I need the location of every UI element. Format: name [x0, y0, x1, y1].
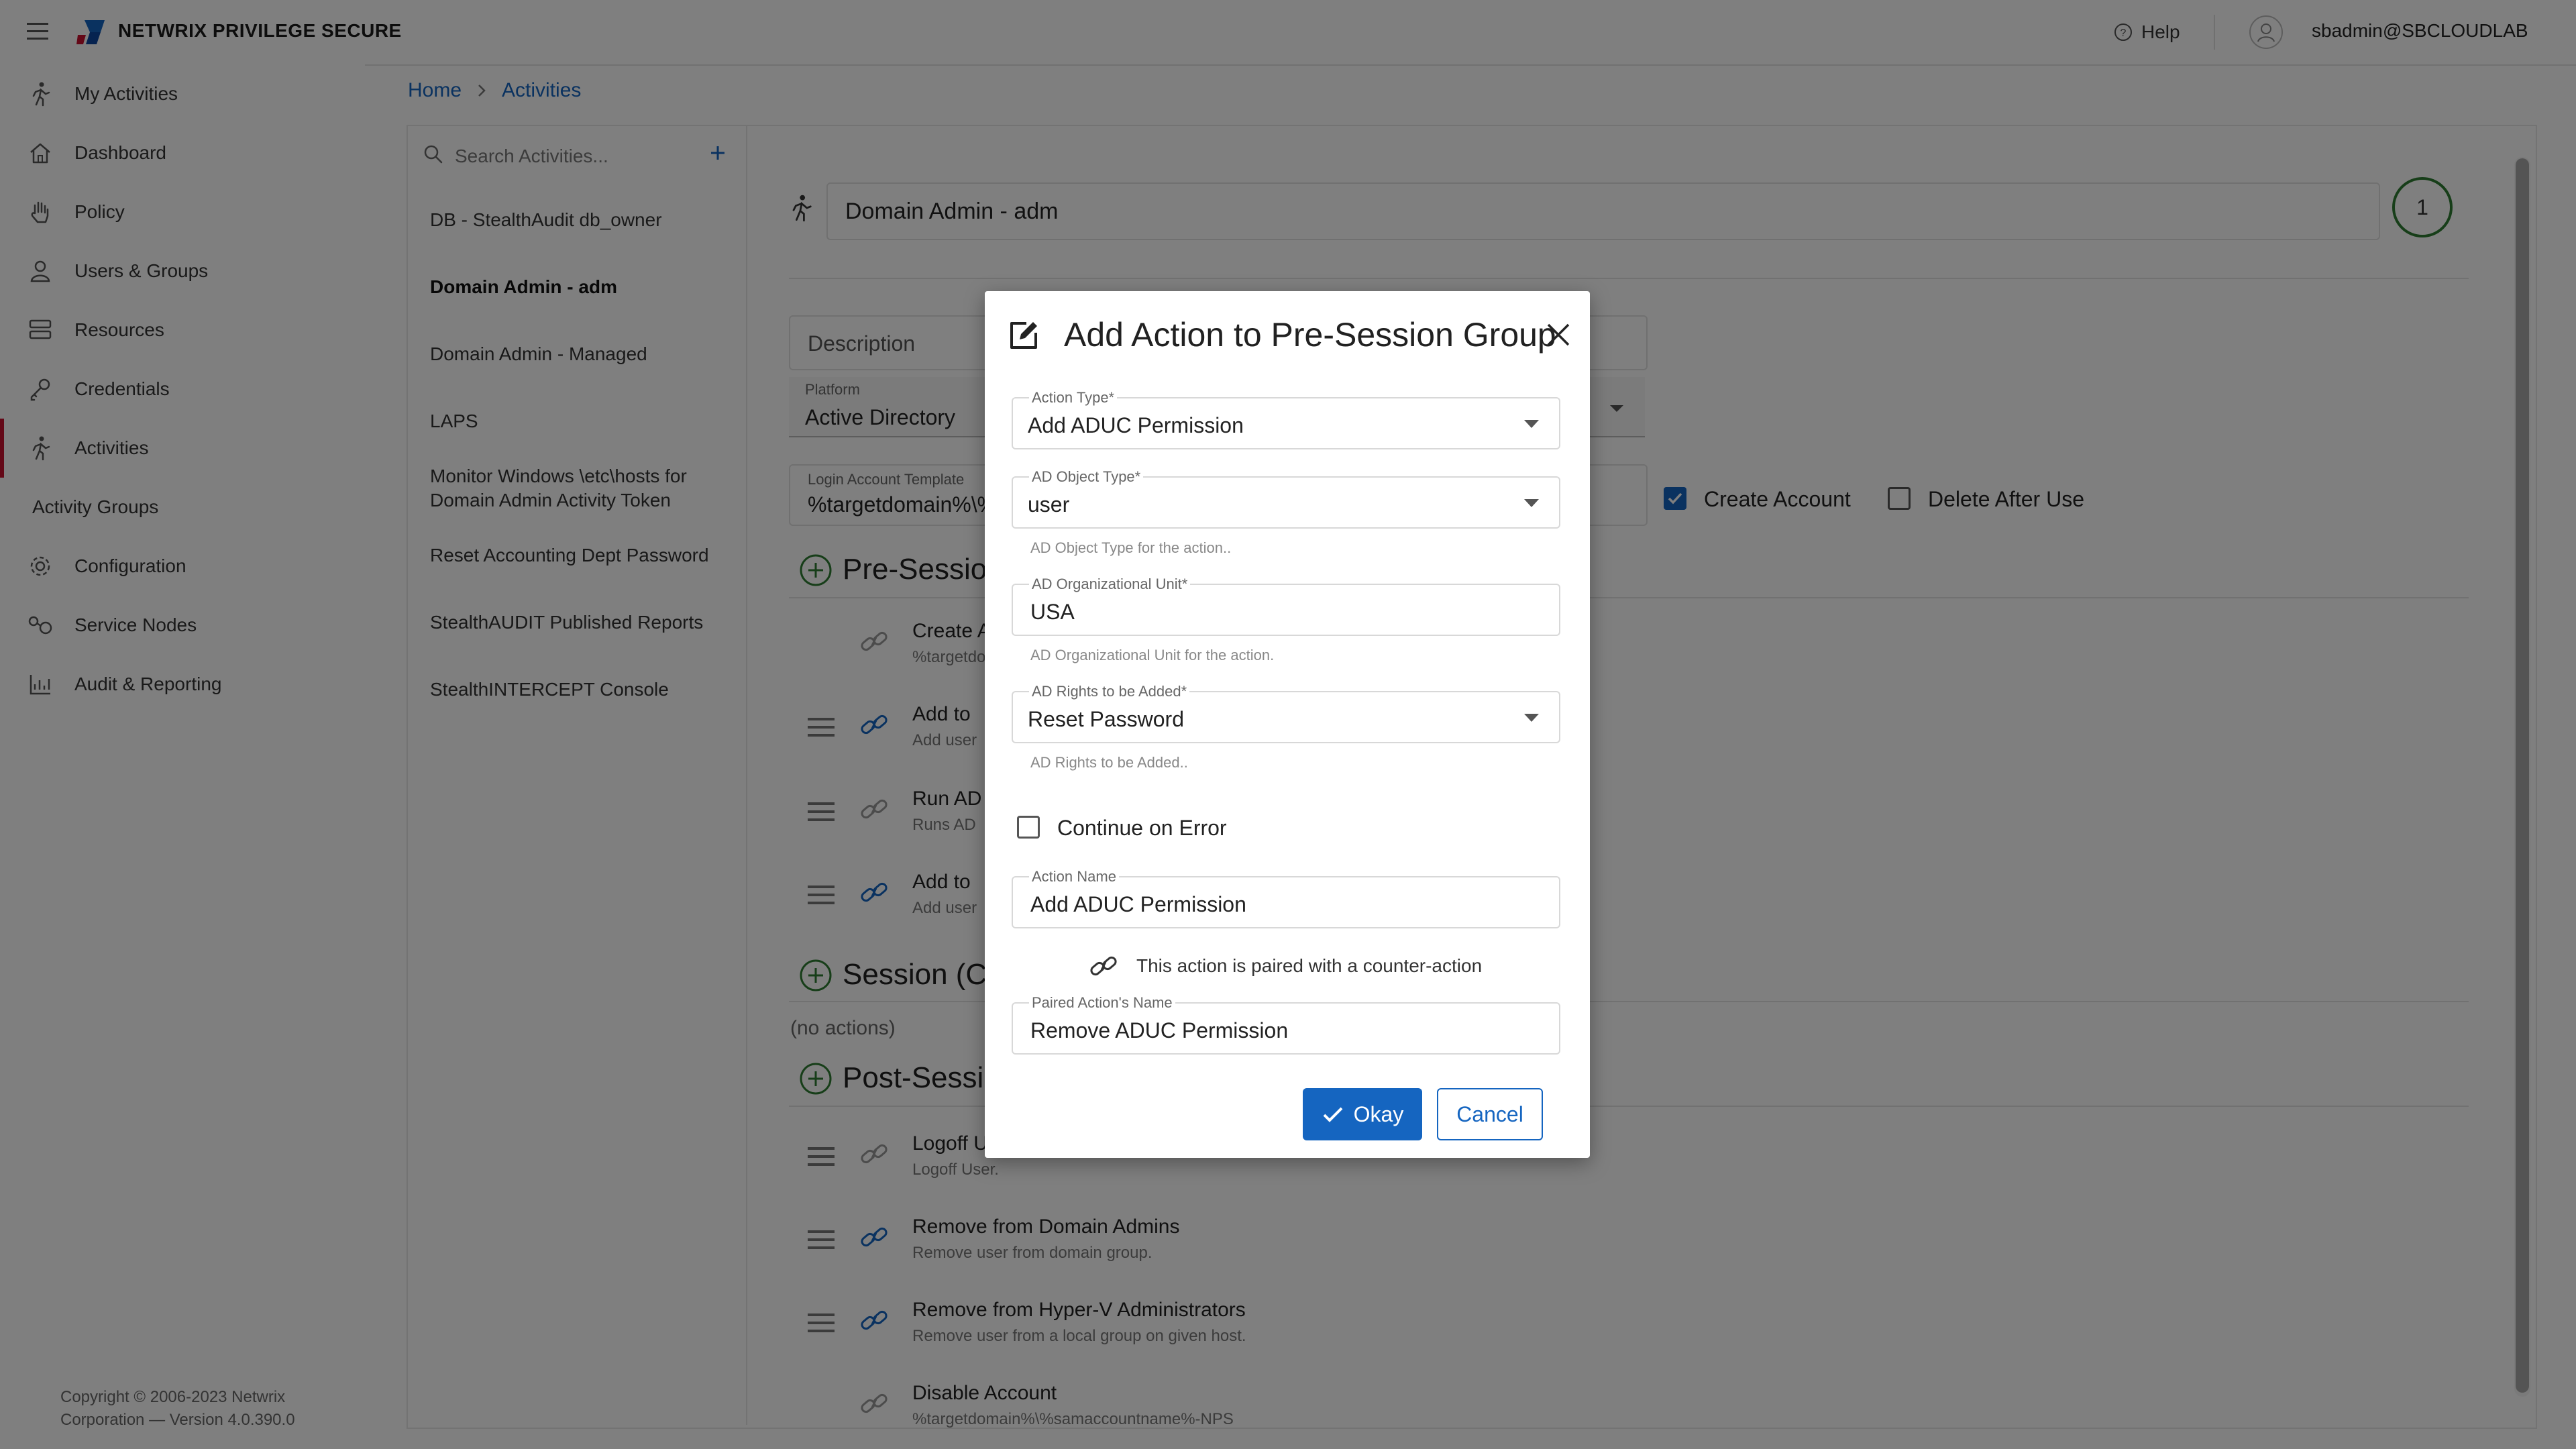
- ad-ou-help: AD Organizational Unit for the action.: [1030, 647, 1275, 663]
- chevron-down-icon: [1524, 499, 1539, 507]
- action-name-value: Add ADUC Permission: [1030, 892, 1246, 916]
- ad-organizational-unit-input[interactable]: AD Organizational Unit* USA: [1012, 576, 1560, 636]
- dialog-title: Add Action to Pre-Session Group: [1064, 316, 1556, 354]
- ad-rights-select[interactable]: AD Rights to be Added* Reset Password: [1012, 683, 1560, 743]
- action-name-label: Action Name: [1029, 868, 1119, 885]
- action-type-value: Add ADUC Permission: [1028, 413, 1244, 437]
- okay-label: Okay: [1353, 1102, 1404, 1126]
- check-icon: [1322, 1104, 1344, 1124]
- continue-on-error-checkbox[interactable]: [1017, 816, 1040, 839]
- cancel-label: Cancel: [1456, 1102, 1523, 1126]
- paired-name-value: Remove ADUC Permission: [1030, 1018, 1289, 1042]
- ad-ou-value: USA: [1030, 600, 1075, 624]
- action-name-input[interactable]: Action Name Add ADUC Permission: [1012, 868, 1560, 928]
- ad-ou-label: AD Organizational Unit*: [1029, 576, 1191, 593]
- link-icon: [1088, 953, 1119, 979]
- ad-object-type-help: AD Object Type for the action..: [1030, 539, 1232, 556]
- action-type-label: Action Type*: [1029, 389, 1118, 407]
- continue-on-error-label: Continue on Error: [1057, 816, 1227, 840]
- ad-object-type-select[interactable]: AD Object Type* user: [1012, 468, 1560, 529]
- ad-object-type-label: AD Object Type*: [1029, 468, 1144, 486]
- ad-rights-label: AD Rights to be Added*: [1029, 683, 1190, 700]
- add-action-dialog: Add Action to Pre-Session Group Action T…: [985, 291, 1590, 1158]
- ad-rights-help: AD Rights to be Added..: [1030, 754, 1188, 771]
- close-icon[interactable]: [1542, 318, 1575, 352]
- edit-icon: [1006, 318, 1041, 353]
- ad-object-type-value: user: [1028, 492, 1070, 517]
- paired-action-name-input[interactable]: Paired Action's Name Remove ADUC Permiss…: [1012, 994, 1560, 1055]
- chevron-down-icon: [1524, 714, 1539, 722]
- paired-note: This action is paired with a counter-act…: [1136, 955, 1483, 976]
- cancel-button[interactable]: Cancel: [1437, 1088, 1543, 1140]
- paired-name-label: Paired Action's Name: [1029, 994, 1175, 1012]
- ad-rights-value: Reset Password: [1028, 707, 1184, 731]
- chevron-down-icon: [1524, 420, 1539, 428]
- okay-button[interactable]: Okay: [1303, 1088, 1422, 1140]
- action-type-select[interactable]: Action Type* Add ADUC Permission: [1012, 389, 1560, 449]
